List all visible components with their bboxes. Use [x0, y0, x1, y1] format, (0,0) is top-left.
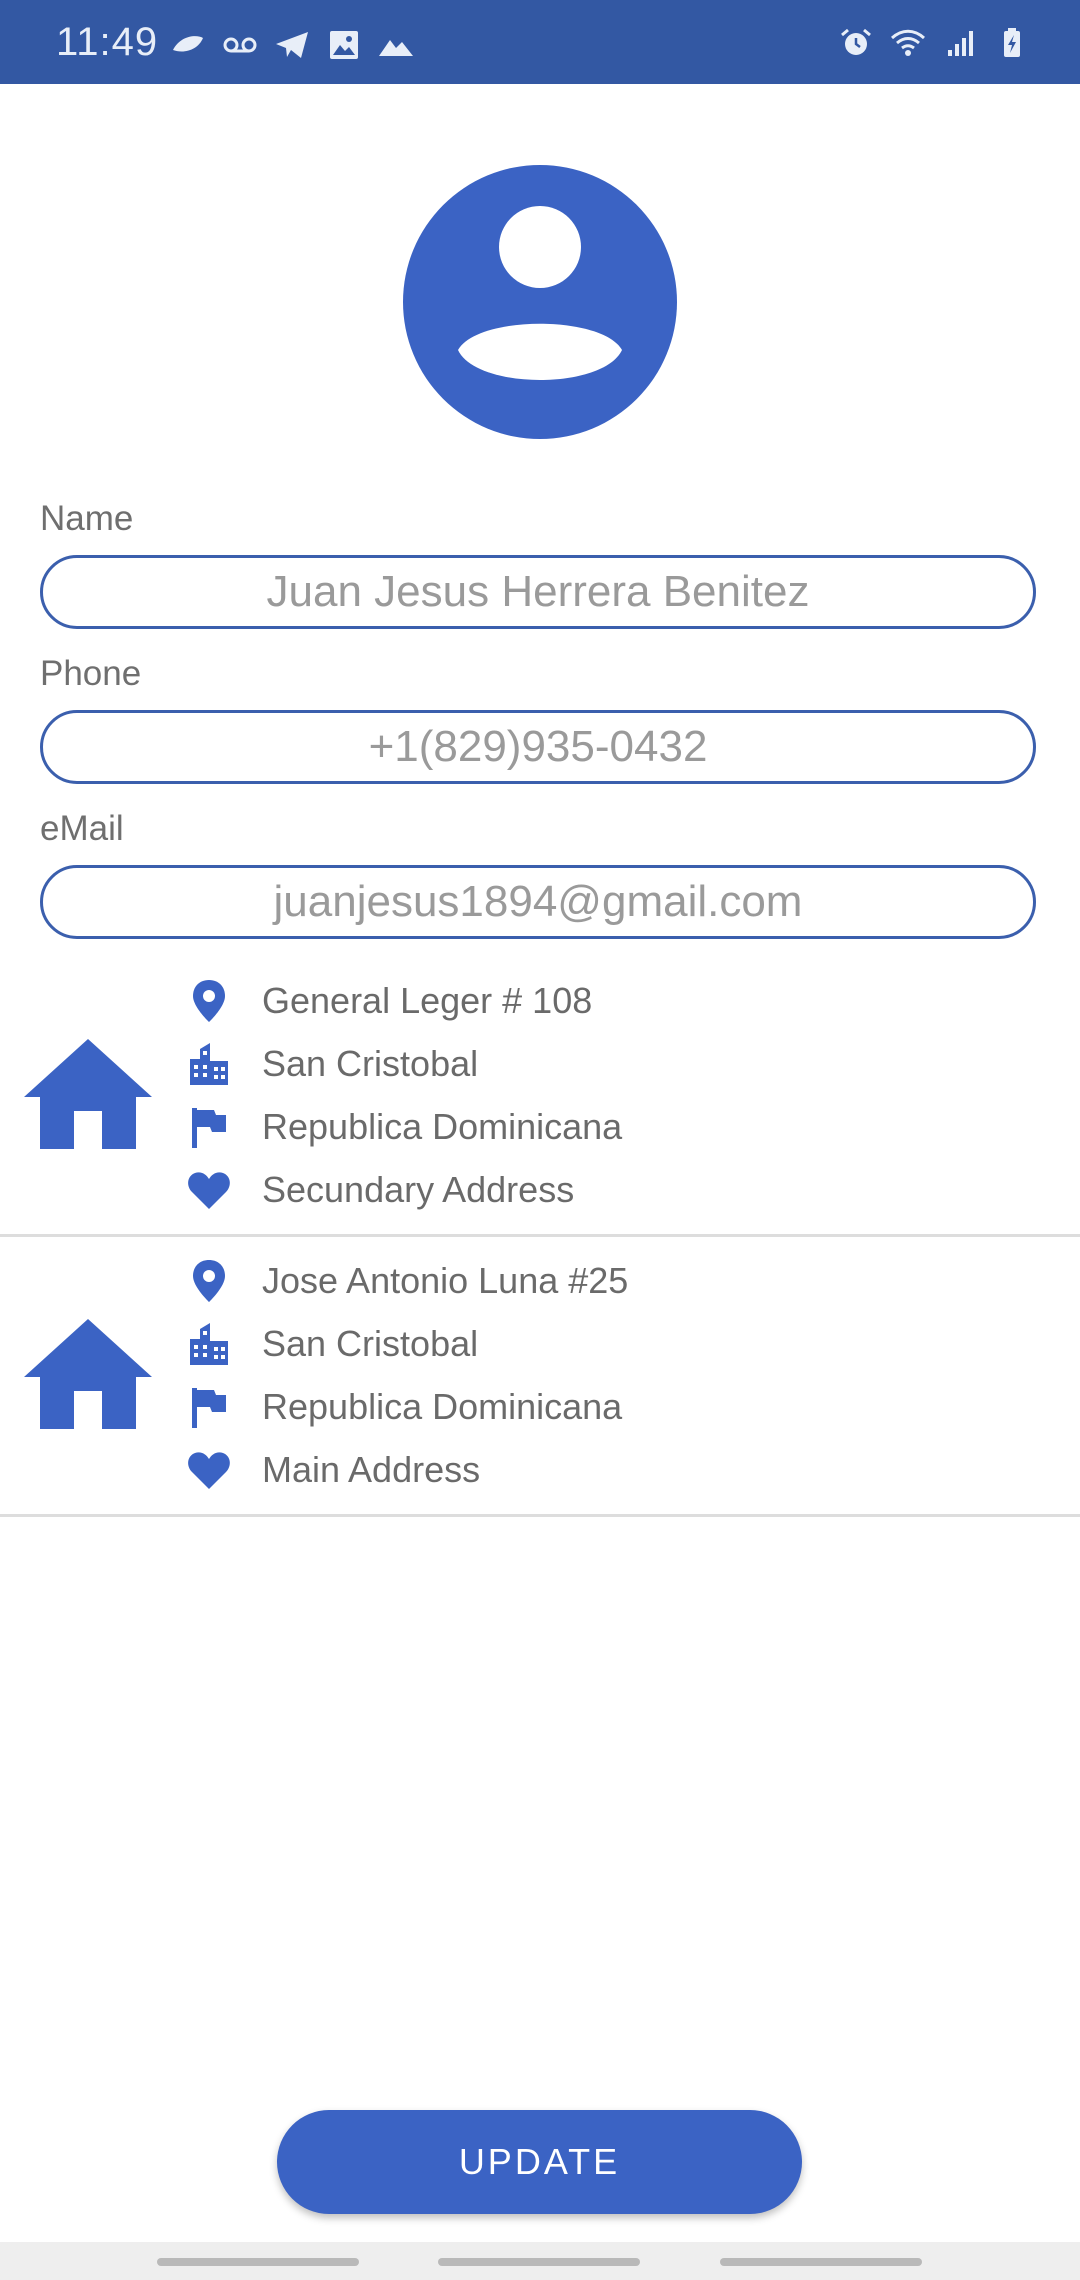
- address-city-row: San Cristobal: [186, 1318, 478, 1370]
- house-icon: [24, 1039, 152, 1149]
- address-country: Republica Dominicana: [262, 1106, 623, 1147]
- name-field[interactable]: Juan Jesus Herrera Benitez: [40, 555, 1036, 629]
- leaf-icon: [173, 36, 203, 52]
- mountain-icon: [379, 40, 413, 56]
- address-country-row: Republica Dominicana: [186, 1101, 622, 1153]
- phone-label: Phone: [40, 654, 142, 693]
- nav-back-handle[interactable]: [720, 2258, 922, 2266]
- status-bar: 11:49: [0, 0, 1080, 84]
- wifi-icon: [890, 29, 926, 56]
- flag-icon: [192, 1388, 226, 1428]
- address-country-row: Republica Dominicana: [186, 1381, 622, 1433]
- address-type: Secundary Address: [262, 1169, 575, 1210]
- address-city-row: San Cristobal: [186, 1038, 478, 1090]
- heart-icon: [188, 1452, 230, 1489]
- address-type-row: Secundary Address: [186, 1164, 574, 1216]
- alarm-icon: [841, 28, 871, 55]
- profile-screen: 11:49 Name Juan Jesus Herrera Benitez Ph…: [0, 0, 1080, 2280]
- battery-charging-icon: [1004, 28, 1020, 57]
- notification-icons: [170, 30, 414, 60]
- system-icons: [838, 28, 1030, 58]
- address-type-row: Main Address: [186, 1444, 480, 1496]
- address-street: Jose Antonio Luna #25: [262, 1260, 629, 1301]
- image-icon: [330, 31, 358, 59]
- heart-icon: [188, 1172, 230, 1209]
- flag-icon: [192, 1108, 226, 1148]
- address-city: San Cristobal: [262, 1323, 479, 1364]
- city-building-icon: [190, 1043, 228, 1085]
- location-pin-icon: [193, 1260, 225, 1302]
- address-city: San Cristobal: [262, 1043, 479, 1084]
- address-country: Republica Dominicana: [262, 1386, 623, 1427]
- account-circle-icon[interactable]: [403, 165, 677, 439]
- city-building-icon: [190, 1323, 228, 1365]
- name-label: Name: [40, 499, 134, 538]
- address-street-row: General Leger # 108: [186, 975, 592, 1027]
- house-icon: [24, 1319, 152, 1429]
- email-label: eMail: [40, 809, 124, 848]
- update-button[interactable]: UPDATE: [277, 2110, 802, 2214]
- address-type: Main Address: [262, 1449, 481, 1490]
- address-street-row: Jose Antonio Luna #25: [186, 1255, 628, 1307]
- address-card[interactable]: Jose Antonio Luna #25 San Cristobal Repu…: [0, 1237, 1080, 1517]
- nav-home-handle[interactable]: [438, 2258, 640, 2266]
- location-pin-icon: [193, 980, 225, 1022]
- nav-recents-handle[interactable]: [157, 2258, 359, 2266]
- email-field[interactable]: juanjesus1894@gmail.com: [40, 865, 1036, 939]
- telegram-icon: [276, 32, 308, 58]
- signal-icon: [948, 31, 973, 56]
- status-time: 11:49: [56, 20, 159, 64]
- address-street: General Leger # 108: [262, 980, 593, 1021]
- phone-field[interactable]: +1(829)935-0432: [40, 710, 1036, 784]
- navigation-bar: [0, 2242, 1080, 2280]
- address-card[interactable]: General Leger # 108 San Cristobal Republ…: [0, 957, 1080, 1237]
- voicemail-icon: [223, 37, 257, 53]
